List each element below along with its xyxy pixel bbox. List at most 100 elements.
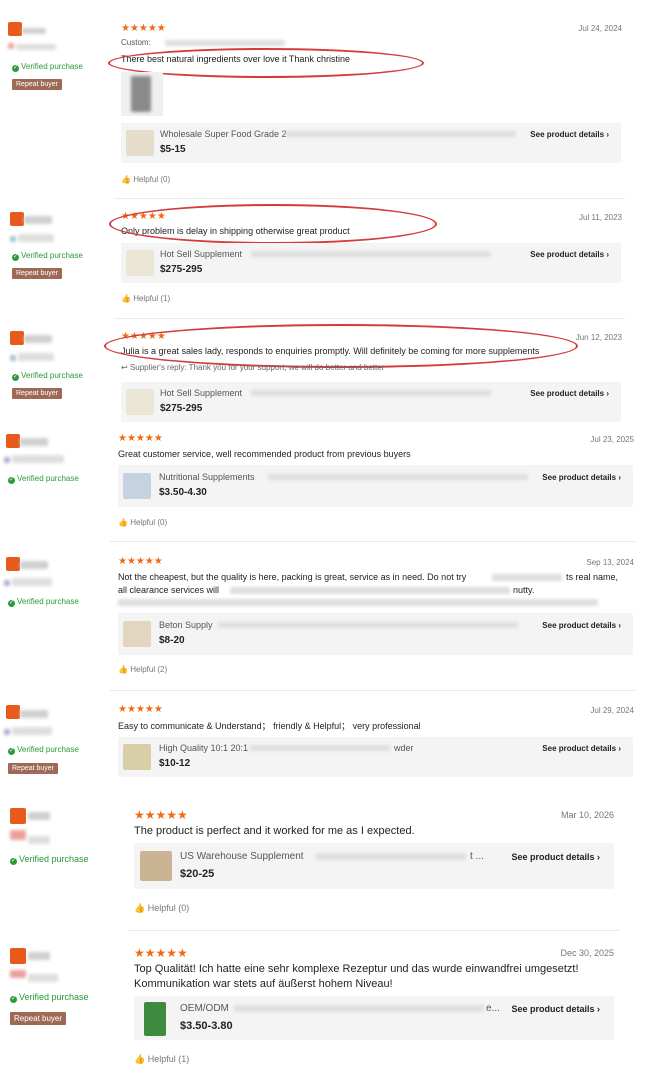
product-thumbnail <box>126 250 154 276</box>
check-icon: ✓ <box>8 748 15 755</box>
verified-purchase-label: ✓ Verified purchase <box>10 992 89 1003</box>
check-icon: ✓ <box>12 254 19 261</box>
product-name-tail: wder <box>394 743 414 753</box>
product-name: Beton Supply <box>159 620 213 630</box>
product-thumbnail <box>123 621 151 647</box>
review-date: Dec 30, 2025 <box>560 948 614 958</box>
product-thumbnail <box>144 1002 166 1036</box>
thumbs-up-icon: 👍 <box>121 175 131 184</box>
star-rating: ★★★★★ <box>121 23 166 34</box>
product-card[interactable]: Hot Sell Supplement $275-295 See product… <box>121 382 621 422</box>
chevron-right-icon: › <box>606 389 609 398</box>
check-icon: ✓ <box>12 65 19 72</box>
chevron-right-icon: › <box>606 130 609 139</box>
avatar <box>6 705 20 719</box>
helpful-button[interactable]: 👍 Helpful (1) <box>121 294 170 303</box>
product-thumbnail <box>126 389 154 415</box>
helpful-button[interactable]: 👍 Helpful (0) <box>121 175 170 184</box>
verified-purchase-label: ✓ Verified purchase <box>8 474 79 484</box>
product-name: High Quality 10:1 20:1 <box>159 743 249 753</box>
repeat-buyer-badge: Repeat buyer <box>12 268 63 279</box>
see-product-details-link[interactable]: See product details › <box>530 389 609 398</box>
verified-purchase-label: ✓ Verified purchase <box>12 62 83 72</box>
see-product-details-link[interactable]: See product details › <box>511 852 600 862</box>
avatar <box>10 212 24 226</box>
product-price: $3.50-3.80 <box>180 1020 233 1032</box>
chevron-right-icon: › <box>618 621 621 630</box>
review-date: Jul 23, 2025 <box>590 435 634 444</box>
helpful-button[interactable]: 👍 Helpful (0) <box>118 518 167 527</box>
review-text: Top Qualität! Ich hatte eine sehr komple… <box>134 963 579 975</box>
avatar <box>10 331 24 345</box>
check-icon: ✓ <box>10 858 17 865</box>
product-price: $10-12 <box>159 758 191 769</box>
product-price: $20-25 <box>180 868 215 880</box>
product-name-tail: e... <box>486 1003 500 1014</box>
chevron-right-icon: › <box>606 250 609 259</box>
check-icon: ✓ <box>12 374 19 381</box>
see-product-details-link[interactable]: See product details › <box>511 1004 600 1014</box>
review-text-line2: Kommunikation war stets auf äußerst hohe… <box>134 978 393 990</box>
supplier-reply: ↩ Supplier's reply: Thank you for your s… <box>121 363 385 372</box>
review-text: Great customer service, well recommended… <box>118 449 411 459</box>
product-card[interactable]: Wholesale Super Food Grade 2 $5-15 See p… <box>121 123 621 163</box>
verified-purchase-label: ✓ Verified purchase <box>8 745 79 755</box>
avatar <box>10 808 26 824</box>
see-product-details-link[interactable]: See product details › <box>530 130 609 139</box>
review-date: Jul 29, 2024 <box>590 706 634 715</box>
avatar <box>8 22 22 36</box>
avatar <box>10 948 26 964</box>
check-icon: ✓ <box>10 996 17 1003</box>
product-name: Nutritional Supplements <box>159 472 255 482</box>
product-card[interactable]: OEM/ODM e... $3.50-3.80 See product deta… <box>134 996 614 1040</box>
product-thumbnail <box>126 130 154 156</box>
review-date: Sep 13, 2024 <box>586 558 634 567</box>
helpful-button[interactable]: 👍 Helpful (0) <box>134 903 189 914</box>
product-price: $5-15 <box>160 144 186 155</box>
product-card[interactable]: Nutritional Supplements $3.50-4.30 See p… <box>118 465 633 507</box>
chevron-right-icon: › <box>597 1004 600 1014</box>
review-text-line2: all clearance services will <box>118 585 220 595</box>
repeat-buyer-badge: Repeat buyer <box>10 1012 67 1025</box>
review-text: Easy to communicate & Understand； friend… <box>118 721 421 731</box>
repeat-buyer-badge: Repeat buyer <box>8 763 59 774</box>
thumbs-up-icon: 👍 <box>134 903 146 913</box>
see-product-details-link[interactable]: See product details › <box>542 621 621 630</box>
review-date: Mar 10, 2026 <box>560 810 614 820</box>
review-date: Jul 24, 2024 <box>578 24 622 33</box>
star-rating: ★★★★★ <box>118 433 163 444</box>
see-product-details-link[interactable]: See product details › <box>542 744 621 753</box>
review-text-line2-tail: nutty. <box>513 585 535 595</box>
verified-purchase-label: ✓ Verified purchase <box>12 371 83 381</box>
helpful-button[interactable]: 👍 Helpful (2) <box>118 665 167 674</box>
thumbs-up-icon: 👍 <box>118 665 128 674</box>
chevron-right-icon: › <box>597 852 600 862</box>
see-product-details-link[interactable]: See product details › <box>530 250 609 259</box>
custom-label: Custom: <box>121 38 151 47</box>
chevron-right-icon: › <box>618 744 621 753</box>
review-text: Not the cheapest, but the quality is her… <box>118 572 467 582</box>
see-product-details-link[interactable]: See product details › <box>542 473 621 482</box>
review-date: Jul 11, 2023 <box>579 213 622 222</box>
product-thumbnail <box>123 744 151 770</box>
thumbs-up-icon: 👍 <box>121 294 131 303</box>
check-icon: ✓ <box>8 477 15 484</box>
product-card[interactable]: High Quality 10:1 20:1 wder $10-12 See p… <box>118 737 633 777</box>
repeat-buyer-badge: Repeat buyer <box>12 79 63 90</box>
product-name: Hot Sell Supplement <box>160 249 243 259</box>
product-price: $275-295 <box>160 264 203 275</box>
star-rating: ★★★★★ <box>134 946 188 960</box>
review-photo[interactable] <box>121 72 163 116</box>
product-card[interactable]: US Warehouse Supplement t ... $20-25 See… <box>134 843 614 889</box>
thumbs-up-icon: 👍 <box>118 518 128 527</box>
product-price: $8-20 <box>159 635 185 646</box>
product-card[interactable]: Beton Supply $8-20 See product details › <box>118 613 633 655</box>
helpful-button[interactable]: 👍 Helpful (1) <box>134 1054 189 1065</box>
chevron-right-icon: › <box>618 473 621 482</box>
product-card[interactable]: Hot Sell Supplement $275-295 See product… <box>121 243 621 283</box>
product-thumbnail <box>123 473 151 499</box>
product-price: $3.50-4.30 <box>159 487 207 498</box>
product-name: OEM/ODM <box>180 1003 229 1014</box>
product-thumbnail <box>140 851 172 881</box>
star-rating: ★★★★★ <box>118 704 163 715</box>
